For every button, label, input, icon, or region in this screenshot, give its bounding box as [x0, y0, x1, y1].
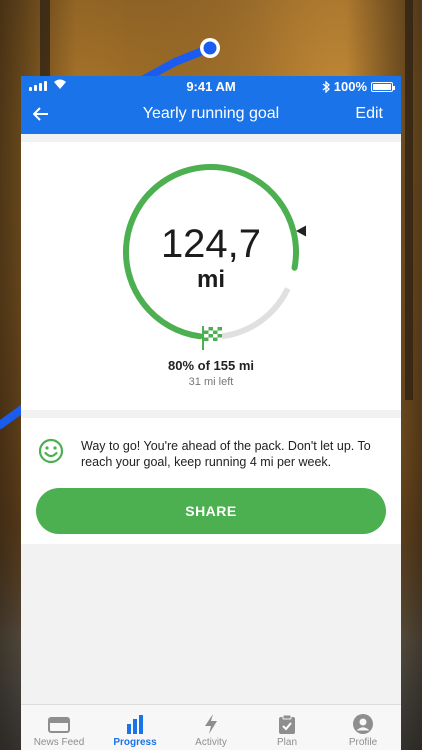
encouragement-message: Way to go! You're ahead of the pack. Don…	[81, 439, 371, 469]
news-feed-icon	[48, 717, 70, 733]
tab-plan[interactable]: Plan	[249, 705, 325, 750]
distance-value: 124,7	[160, 222, 262, 266]
tab-activity[interactable]: Activity	[173, 705, 249, 750]
profile-icon	[353, 714, 373, 734]
tab-profile[interactable]: Profile	[325, 705, 401, 750]
battery-icon	[371, 81, 395, 92]
tab-label: Activity	[195, 737, 227, 748]
tab-bar: News Feed Progress Activity Plan Profile	[21, 704, 401, 750]
bluetooth-icon	[322, 80, 330, 93]
tree-trunk	[405, 0, 413, 400]
page-title: Yearly running goal	[142, 105, 280, 122]
tab-progress[interactable]: Progress	[97, 705, 173, 750]
smiley-icon	[38, 438, 64, 464]
phone-screen: 9:41 AM 100% Yearly running goal Edit 12…	[21, 76, 401, 750]
goal-progress-card: 124,7 mi 80% of 155 mi 31 mi left	[21, 142, 401, 410]
battery-percent: 100%	[333, 79, 367, 94]
tab-label: News Feed	[33, 737, 85, 748]
bar-chart-icon	[127, 715, 143, 734]
remaining-text: 31 mi left	[188, 376, 234, 388]
clipboard-icon	[279, 714, 295, 734]
tab-news-feed[interactable]: News Feed	[21, 705, 97, 750]
app-header: 9:41 AM 100% Yearly running goal Edit	[21, 76, 401, 134]
tab-label: Profile	[348, 737, 378, 748]
encouragement-card: Way to go! You're ahead of the pack. Don…	[21, 418, 401, 544]
navigation-bar: Yearly running goal Edit	[21, 96, 401, 134]
tab-label: Plan	[276, 737, 297, 748]
status-bar: 9:41 AM 100%	[21, 76, 401, 96]
lightning-icon	[205, 714, 217, 734]
goal-percent-text: 80% of 155 mi	[168, 358, 254, 373]
finish-flag-icon	[202, 326, 222, 350]
tab-label: Progress	[113, 737, 157, 748]
edit-button[interactable]: Edit	[355, 105, 383, 123]
distance-unit: mi	[196, 266, 225, 293]
share-button[interactable]: SHARE	[36, 488, 386, 534]
